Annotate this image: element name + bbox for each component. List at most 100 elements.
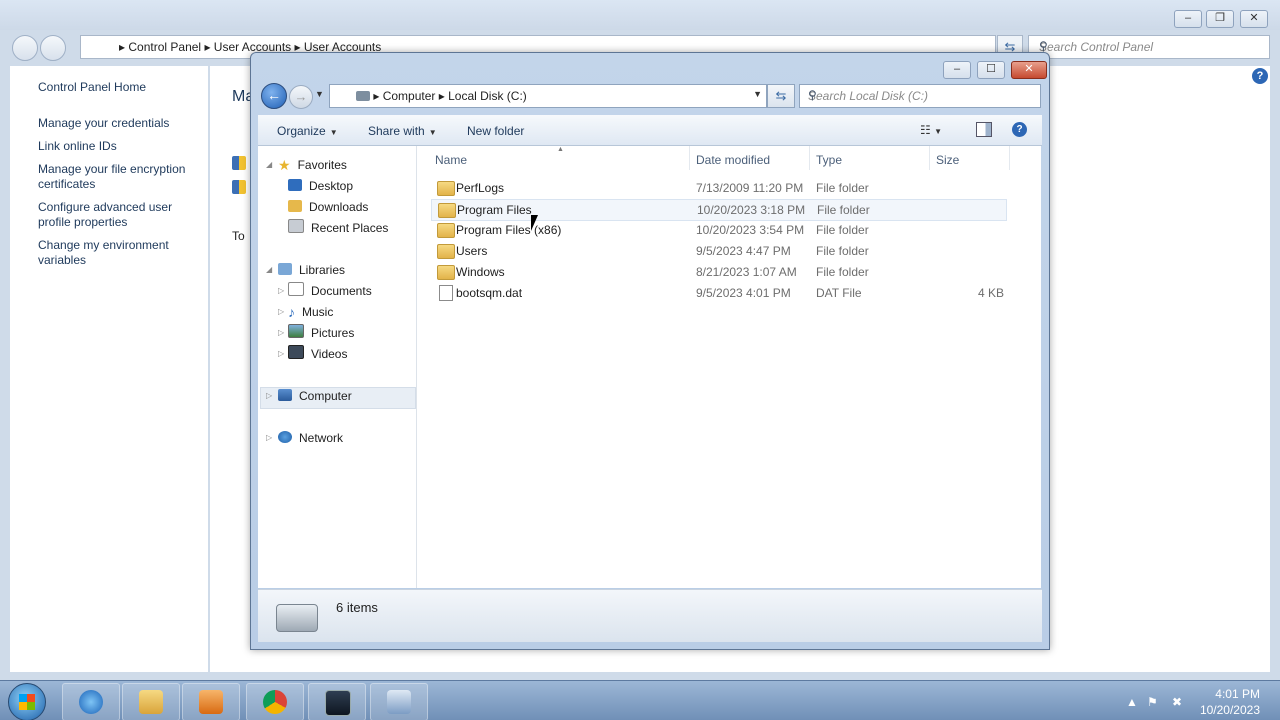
preview-pane-icon[interactable]	[976, 122, 992, 137]
nav-recent-places-label: Recent Places	[311, 221, 389, 235]
maximize-button[interactable]: ☐	[977, 61, 1005, 79]
breadcrumb-computer[interactable]: Computer	[383, 89, 436, 103]
help-icon[interactable]: ?	[1012, 122, 1027, 137]
nav-libraries[interactable]: Libraries	[278, 261, 345, 279]
action-center-icon[interactable]: ⚑	[1147, 695, 1158, 709]
network-status-icon[interactable]: ✖	[1172, 695, 1182, 709]
mouse-cursor	[531, 215, 538, 231]
minimize-button[interactable]: –	[943, 61, 971, 79]
organize-label: Organize	[277, 124, 326, 138]
file-type: File folder	[817, 203, 870, 217]
column-header-name[interactable]: Name	[435, 153, 467, 167]
taskbar-media-player[interactable]	[182, 683, 240, 720]
folder-icon	[437, 223, 455, 238]
libraries-icon	[278, 263, 292, 275]
new-folder-button[interactable]: New folder	[467, 124, 524, 138]
breadcrumb-item[interactable]: Control Panel	[128, 40, 201, 54]
start-button[interactable]	[8, 683, 46, 720]
nav-desktop[interactable]: Desktop	[288, 177, 353, 195]
nav-documents[interactable]: Documents	[288, 282, 372, 300]
nav-pictures[interactable]: Pictures	[288, 324, 354, 342]
column-divider[interactable]	[689, 146, 690, 170]
nav-desktop-label: Desktop	[309, 179, 354, 193]
file-row[interactable]: Windows 8/21/2023 1:07 AM File folder	[431, 262, 1005, 282]
file-row[interactable]: PerfLogs 7/13/2009 11:20 PM File folder	[431, 178, 1005, 198]
file-row[interactable]: Users 9/5/2023 4:47 PM File folder	[431, 241, 1005, 261]
nav-downloads[interactable]: Downloads	[288, 198, 368, 216]
nav-videos[interactable]: Videos	[288, 345, 347, 363]
link-manage-credentials[interactable]: Manage your credentials	[38, 116, 208, 131]
expand-arrow-icon[interactable]: ▷	[278, 349, 284, 358]
taskbar-task-manager[interactable]	[308, 683, 366, 720]
file-type: File folder	[816, 181, 869, 195]
nav-network[interactable]: Network	[278, 429, 343, 447]
address-bar[interactable]: ▸ Computer ▸ Local Disk (C:) ▼	[329, 84, 767, 108]
link-online-ids[interactable]: Link online IDs	[38, 139, 208, 154]
task-manager-icon	[325, 690, 351, 716]
expand-arrow-icon[interactable]: ▷	[278, 307, 284, 316]
column-divider[interactable]	[1009, 146, 1010, 170]
expand-arrow-icon[interactable]: ▷	[278, 328, 284, 337]
pictures-icon	[288, 324, 304, 338]
clock[interactable]: 4:01 PM 10/20/2023	[1200, 686, 1260, 718]
help-icon[interactable]: ?	[1252, 68, 1268, 84]
file-row[interactable]: Program Files (x86) 10/20/2023 3:54 PM F…	[431, 220, 1005, 240]
show-hidden-icons-icon[interactable]: ▲	[1126, 695, 1138, 709]
back-button[interactable]	[12, 35, 38, 61]
column-header-size[interactable]: Size	[936, 153, 959, 167]
refresh-icon[interactable]: ⇆	[767, 84, 795, 108]
chevron-down-icon: ▼	[428, 128, 437, 137]
search-input[interactable]: Search Control Panel ⚲	[1028, 35, 1270, 59]
link-control-panel-home[interactable]: Control Panel Home	[38, 80, 208, 95]
view-options-icon[interactable]: ☷ ▼	[920, 123, 942, 137]
file-name: Program Files (x86)	[456, 223, 562, 237]
expand-arrow-icon[interactable]: ▷	[266, 433, 272, 442]
expand-arrow-icon[interactable]: ▷	[266, 391, 272, 400]
taskbar-explorer[interactable]	[122, 683, 180, 720]
link-environment-variables[interactable]: Change my environment variables	[38, 238, 208, 268]
file-row[interactable]: bootsqm.dat 9/5/2023 4:01 PM DAT File 4 …	[431, 283, 1005, 303]
column-divider[interactable]	[809, 146, 810, 170]
minimize-button[interactable]: –	[1174, 10, 1202, 28]
file-date: 9/5/2023 4:01 PM	[696, 286, 791, 300]
nav-recent-places[interactable]: Recent Places	[288, 219, 388, 237]
taskbar-chrome[interactable]	[246, 683, 304, 720]
search-icon[interactable]: ⚲	[1039, 39, 1263, 53]
organize-button[interactable]: Organize ▼	[277, 124, 338, 138]
nav-music[interactable]: ♪ Music	[288, 303, 333, 321]
forward-button[interactable]: →	[289, 85, 313, 109]
close-button[interactable]: ✕	[1011, 61, 1047, 79]
file-row[interactable]: Program Files 10/20/2023 3:18 PM File fo…	[431, 199, 1007, 221]
taskbar-internet-explorer[interactable]	[62, 683, 120, 720]
search-input[interactable]: Search Local Disk (C:) ⚲	[799, 84, 1041, 108]
chevron-down-icon: ▼	[329, 128, 338, 137]
back-button[interactable]: ←	[261, 83, 287, 109]
search-icon[interactable]: ⚲	[808, 88, 1034, 102]
chevron-down-icon[interactable]: ▼	[753, 89, 762, 99]
expand-arrow-icon[interactable]: ▷	[278, 286, 284, 295]
taskbar-control-panel[interactable]	[370, 683, 428, 720]
breadcrumb-local-disk[interactable]: Local Disk (C:)	[448, 89, 527, 103]
column-divider[interactable]	[929, 146, 930, 170]
nav-favorites[interactable]: ★ Favorites	[278, 156, 347, 174]
close-button[interactable]: ✕	[1240, 10, 1268, 28]
nav-documents-label: Documents	[311, 284, 372, 298]
restore-button[interactable]: ❐	[1206, 10, 1234, 28]
breadcrumb-arrow-icon: ▸	[438, 89, 449, 103]
share-with-button[interactable]: Share with ▼	[368, 124, 437, 138]
history-dropdown-icon[interactable]: ▼	[315, 89, 324, 99]
file-date: 10/20/2023 3:18 PM	[697, 203, 806, 217]
clock-time: 4:01 PM	[1215, 687, 1260, 701]
collapse-arrow-icon[interactable]: ◢	[266, 265, 272, 274]
column-header-date[interactable]: Date modified	[696, 153, 770, 167]
link-advanced-profile[interactable]: Configure advanced user profile properti…	[38, 200, 208, 230]
nav-computer[interactable]: Computer	[278, 387, 352, 405]
link-file-encryption[interactable]: Manage your file encryption certificates	[38, 162, 208, 192]
collapse-arrow-icon[interactable]: ◢	[266, 160, 272, 169]
file-name: Windows	[456, 265, 505, 279]
share-with-label: Share with	[368, 124, 425, 138]
folder-icon	[438, 203, 456, 218]
forward-button[interactable]	[40, 35, 66, 61]
folder-icon	[437, 244, 455, 259]
column-header-type[interactable]: Type	[816, 153, 842, 167]
